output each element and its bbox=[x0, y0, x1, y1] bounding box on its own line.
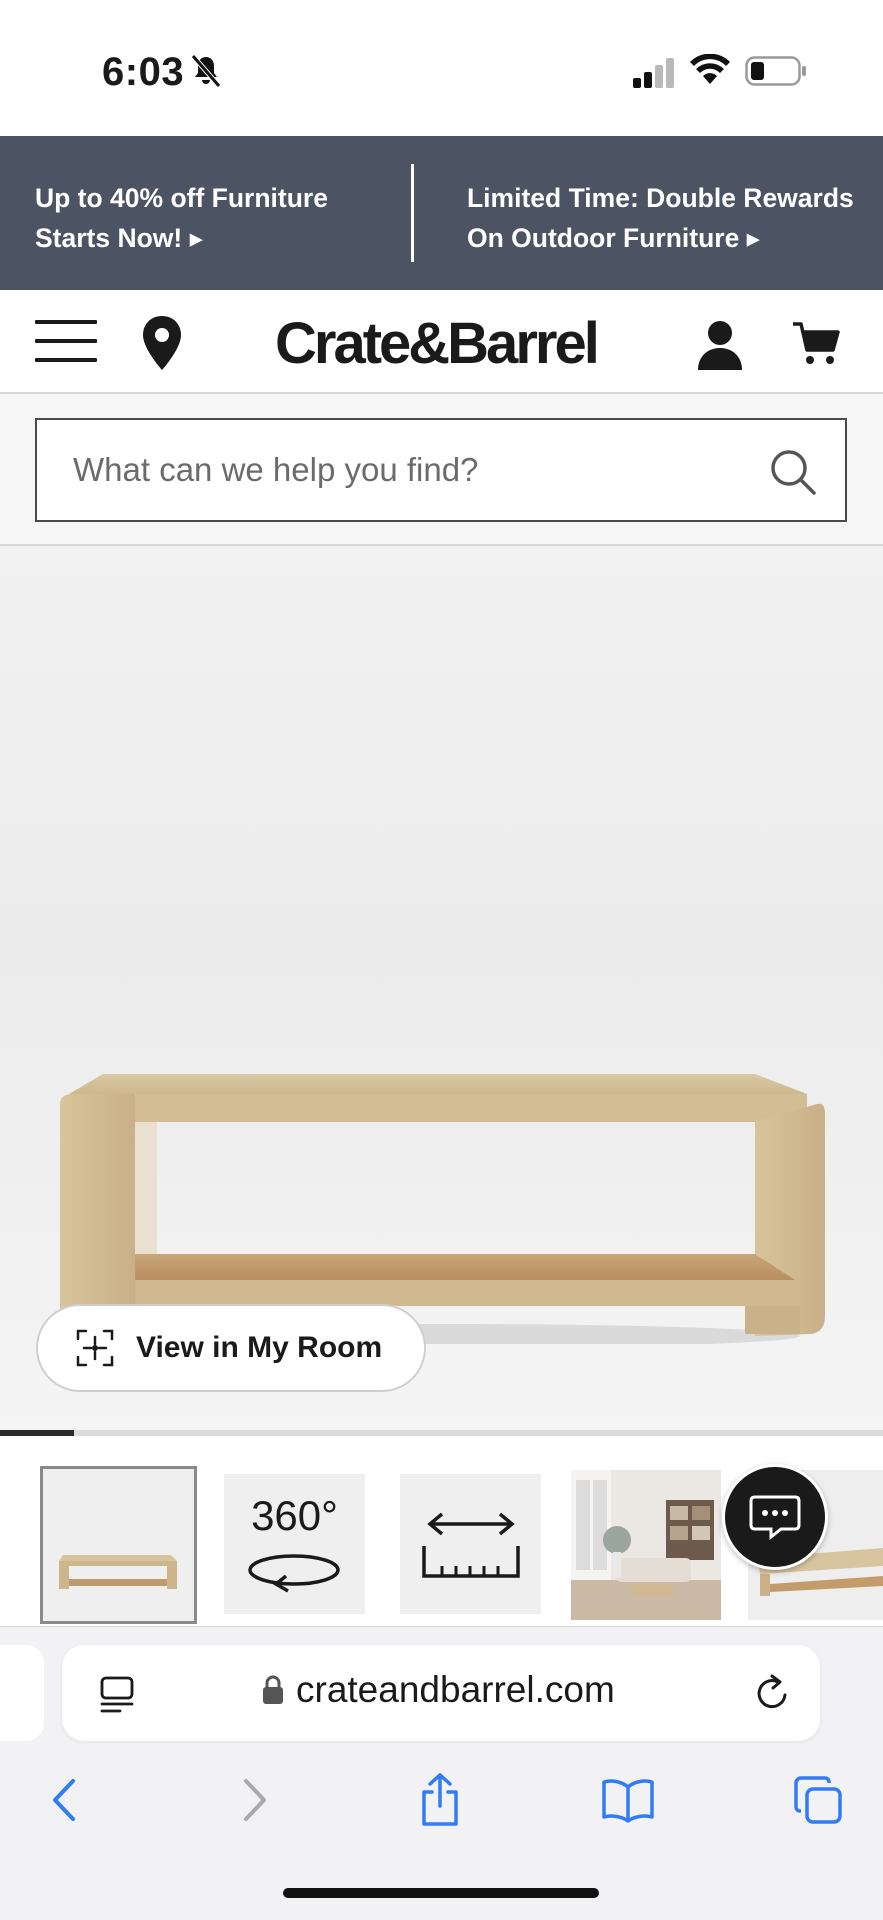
view-in-my-room-button[interactable]: View in My Room bbox=[36, 1304, 426, 1392]
browser-nav-row bbox=[0, 1765, 883, 1845]
dimensions-ruler-icon bbox=[422, 1512, 520, 1578]
promo-line: Limited Time: Double Rewards bbox=[467, 183, 854, 213]
thumbnail-strip: 360° bbox=[0, 1436, 883, 1626]
thumbnail-room-scene[interactable] bbox=[571, 1470, 721, 1620]
chat-bubble-icon bbox=[749, 1495, 801, 1541]
rotate-360-icon bbox=[248, 1554, 340, 1593]
thumbnail-product-front[interactable] bbox=[40, 1466, 197, 1624]
lock-icon bbox=[263, 1675, 283, 1704]
promo-double-rewards[interactable]: Limited Time: Double Rewards On Outdoor … bbox=[467, 178, 854, 258]
tabs-button[interactable] bbox=[788, 1765, 848, 1835]
promo-banner: Up to 40% off Furniture Starts Now! ▸ Li… bbox=[0, 136, 883, 290]
previous-tab-preview[interactable] bbox=[0, 1645, 44, 1741]
room-scene-image bbox=[571, 1470, 721, 1620]
status-bar: 6:03 bbox=[0, 0, 883, 136]
url-text: crateandbarrel.com bbox=[296, 1669, 615, 1710]
menu-icon[interactable] bbox=[35, 320, 97, 364]
chevron-right-icon bbox=[244, 1779, 266, 1821]
search-area bbox=[0, 394, 883, 546]
thumbnail-dimensions[interactable] bbox=[400, 1474, 541, 1614]
cellular-signal-icon bbox=[633, 58, 674, 88]
product-image-coffee-table bbox=[60, 1074, 825, 1344]
home-indicator bbox=[283, 1888, 599, 1898]
cart-icon[interactable] bbox=[792, 320, 840, 368]
wifi-icon bbox=[690, 54, 730, 84]
tabs-icon bbox=[794, 1776, 842, 1824]
share-button[interactable] bbox=[410, 1765, 470, 1835]
augmented-reality-icon bbox=[76, 1329, 114, 1367]
site-header: Crate&Barrel bbox=[0, 290, 883, 394]
browser-toolbar: crateandbarrel.com bbox=[0, 1626, 883, 1920]
address-bar[interactable]: crateandbarrel.com bbox=[62, 1645, 820, 1741]
promo-line: Up to 40% off Furniture bbox=[35, 183, 328, 213]
view-in-my-room-label: View in My Room bbox=[136, 1331, 383, 1364]
chevron-left-icon bbox=[53, 1779, 75, 1821]
promo-line: On Outdoor Furniture ▸ bbox=[467, 223, 760, 253]
search-input[interactable] bbox=[37, 420, 777, 520]
bell-slash-icon bbox=[191, 54, 221, 88]
book-icon bbox=[602, 1779, 654, 1823]
back-button[interactable] bbox=[34, 1765, 94, 1835]
thumbnail-360-label: 360° bbox=[251, 1492, 338, 1539]
location-pin-icon[interactable] bbox=[140, 314, 184, 372]
page-menu-icon[interactable] bbox=[98, 1675, 136, 1715]
promo-line: Starts Now! ▸ bbox=[35, 223, 203, 253]
search-box[interactable] bbox=[35, 418, 847, 522]
thumbnail-360-view[interactable]: 360° bbox=[224, 1474, 365, 1614]
battery-icon bbox=[745, 56, 806, 86]
chat-button[interactable] bbox=[722, 1464, 828, 1570]
bookmarks-button[interactable] bbox=[598, 1765, 658, 1835]
promo-divider bbox=[411, 164, 414, 262]
promo-furniture-sale[interactable]: Up to 40% off Furniture Starts Now! ▸ bbox=[35, 178, 328, 258]
thumbnail-table-image bbox=[43, 1469, 194, 1621]
account-icon[interactable] bbox=[697, 320, 743, 370]
reload-icon[interactable] bbox=[754, 1673, 792, 1713]
share-icon bbox=[422, 1773, 458, 1826]
status-time: 6:03 bbox=[102, 50, 185, 94]
forward-button[interactable] bbox=[225, 1765, 285, 1835]
brand-logo[interactable]: Crate&Barrel bbox=[275, 310, 600, 377]
product-image-carousel[interactable]: View in My Room bbox=[0, 546, 883, 1430]
search-icon[interactable] bbox=[769, 448, 817, 496]
